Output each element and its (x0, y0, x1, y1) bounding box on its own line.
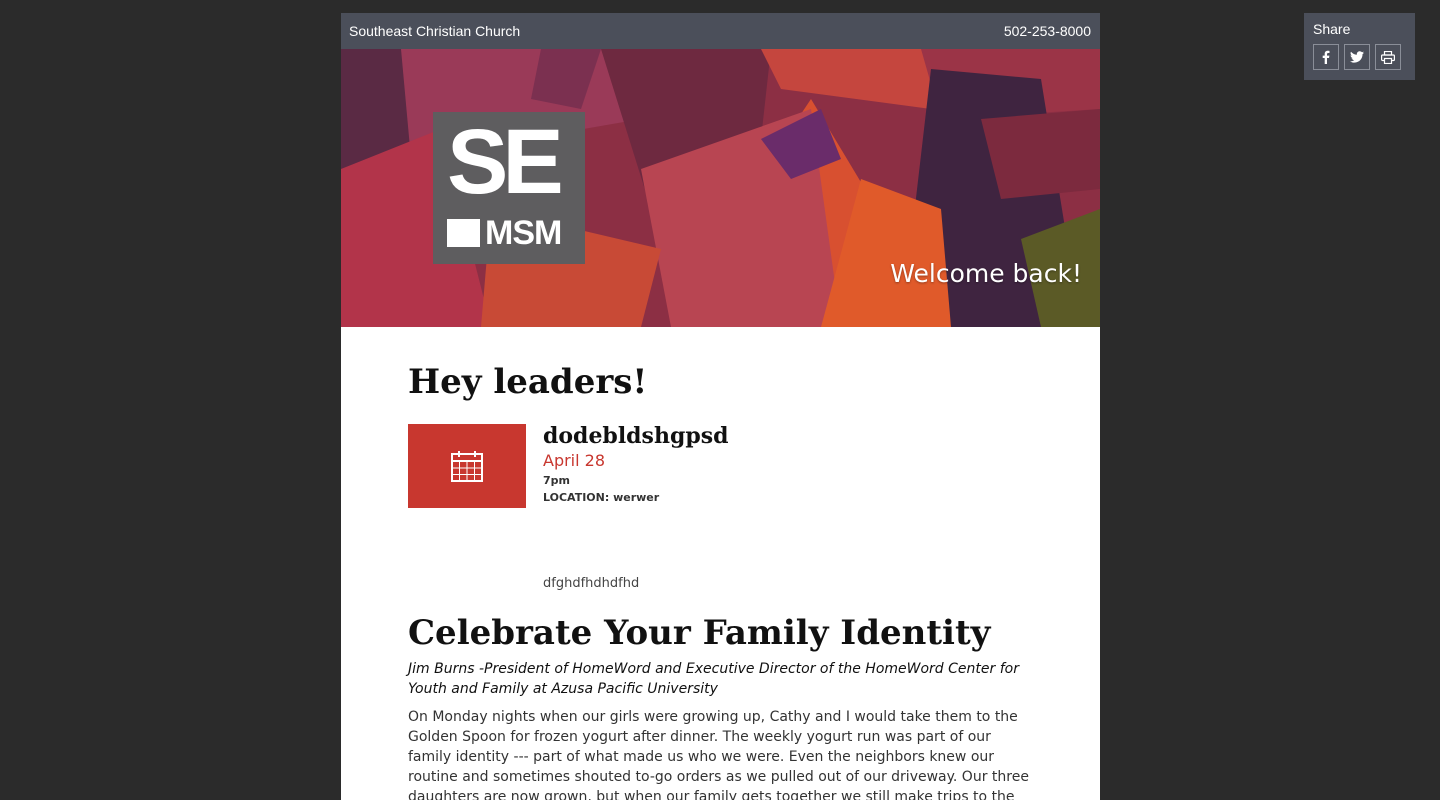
event-title: dodebldshgpsd (543, 423, 729, 450)
twitter-share-button[interactable] (1344, 44, 1370, 70)
logo-text-msm: MSM (485, 214, 562, 252)
greeting-heading: Hey leaders! (408, 362, 648, 402)
phone-number[interactable]: 502-253-8000 (1004, 23, 1091, 39)
page: Southeast Christian Church 502-253-8000 (0, 0, 1440, 800)
calendar-icon-box (408, 424, 526, 509)
event-time: 7pm (543, 474, 570, 488)
calendar-icon (451, 451, 483, 483)
email-content: Hey leaders! dodebldshgpsd April 28 7pm … (341, 327, 1100, 800)
semsm-logo: SE MSM (433, 112, 585, 264)
event-info: dodebldshgpsd April 28 7pm LOCATION: wer… (543, 424, 728, 504)
church-name: Southeast Christian Church (349, 23, 521, 39)
event-location: LOCATION: werwer (543, 491, 660, 505)
email-header-bar: Southeast Christian Church 502-253-8000 (341, 13, 1100, 49)
facebook-icon (1322, 50, 1330, 64)
hero-banner: SE MSM Welcome back! (341, 49, 1100, 327)
event-card: dodebldshgpsd April 28 7pm LOCATION: wer… (408, 424, 1033, 591)
event-date: April 28 (543, 451, 606, 471)
welcome-message: Welcome back! (890, 259, 1082, 288)
logo-text-se: SE (447, 111, 564, 213)
event-description: dfghdfhdhdfhd (543, 576, 640, 592)
print-icon (1381, 50, 1395, 64)
email-container: Southeast Christian Church 502-253-8000 (341, 13, 1100, 800)
logo-block (447, 219, 480, 247)
share-panel: Share (1304, 13, 1415, 80)
article-body: On Monday nights when our girls were gro… (408, 709, 1029, 800)
facebook-share-button[interactable] (1313, 44, 1339, 70)
article-byline: Jim Burns -President of HomeWord and Exe… (408, 661, 1019, 698)
article-title: Celebrate Your Family Identity (408, 613, 991, 654)
print-button[interactable] (1375, 44, 1401, 70)
share-label: Share (1313, 21, 1351, 37)
twitter-icon (1350, 51, 1364, 63)
